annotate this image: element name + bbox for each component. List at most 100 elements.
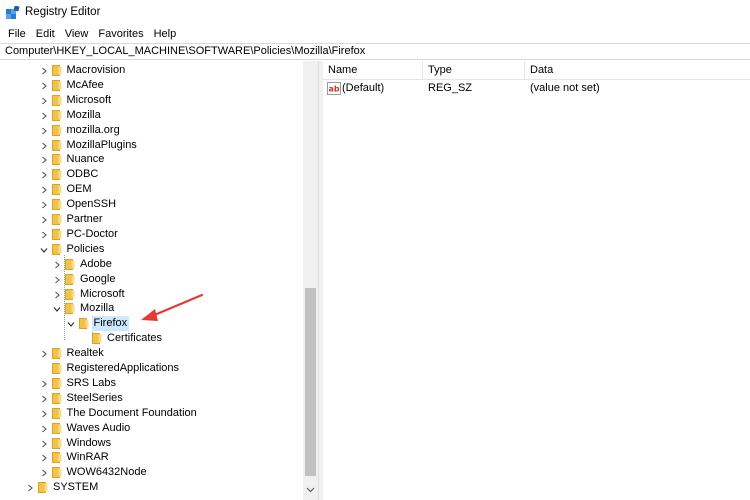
values-list[interactable]: Name Type Data ab (Default) REG_SZ (valu… [323,61,750,500]
menu-view[interactable]: View [61,26,93,43]
tree-scrollbar-thumb[interactable] [305,288,316,476]
chevron-down-icon[interactable] [67,320,75,328]
menu-edit[interactable]: Edit [32,26,59,43]
tree-item[interactable]: Policies [0,242,300,257]
chevron-right-icon[interactable] [53,261,61,269]
tree-item[interactable]: mozilla.org [0,123,300,138]
chevron-right-icon[interactable] [40,127,48,135]
chevron-right-icon[interactable] [40,67,48,75]
tree-item[interactable]: Microsoft [0,287,300,302]
tree-item-label: Microsoft [80,287,125,300]
chevron-right-icon[interactable] [40,142,48,150]
tree-item-label: Firefox [91,316,130,332]
tree-item[interactable]: Certificates [0,331,300,346]
chevron-right-icon[interactable] [40,454,48,462]
folder-icon [51,214,61,225]
folder-icon [51,422,61,434]
tree-item-label: WOW6432Node [66,466,147,479]
folder-icon [78,318,88,330]
menu-file[interactable]: File [4,26,30,43]
tree-item-label: SYSTEM [53,481,99,494]
scroll-down-arrow-icon[interactable] [306,485,315,494]
tree-item[interactable]: McAfee [0,78,300,93]
tree-item[interactable]: Waves Audio [0,421,300,436]
folder-icon [51,169,61,181]
folder-icon [51,199,61,211]
tree-item-label: Waves Audio [66,421,131,434]
chevron-right-icon[interactable] [53,276,61,284]
chevron-right-icon[interactable] [40,171,48,179]
chevron-right-icon[interactable] [40,395,48,403]
chevron-right-icon[interactable] [40,380,48,388]
tree-item[interactable]: SRS Labs [0,376,300,391]
address-bar[interactable]: Computer\HKEY_LOCAL_MACHINE\SOFTWARE\Pol… [0,43,750,60]
tree-item[interactable]: WinRAR [0,450,300,465]
tree-item[interactable]: Windows [0,436,300,451]
folder-icon [51,124,61,136]
chevron-right-icon[interactable] [40,440,48,448]
tree-item[interactable]: Firefox [0,316,300,332]
folder-icon [51,437,61,449]
tree-item[interactable]: Google [0,272,300,287]
folder-icon [65,258,75,270]
tree-item-label: Certificates [107,332,163,345]
chevron-right-icon[interactable] [53,291,61,299]
tree-item-label: Google [80,272,116,285]
chevron-right-icon[interactable] [40,231,48,239]
chevron-right-icon[interactable] [40,156,48,164]
value-row[interactable]: ab (Default) REG_SZ (value not set) [323,81,750,96]
column-header-name[interactable]: Name [323,61,423,80]
chevron-right-icon[interactable] [40,469,48,477]
tree-item[interactable]: ODBC [0,167,300,182]
chevron-right-icon[interactable] [40,186,48,194]
tree-item[interactable]: RegisteredApplications [0,361,300,376]
tree-item[interactable]: PC-Doctor [0,227,300,242]
tree-item[interactable]: OpenSSH [0,197,300,212]
chevron-right-icon[interactable] [26,484,34,492]
tree-item[interactable]: Mozilla [0,108,300,123]
tree-item-label: Policies [66,242,105,255]
tree-item[interactable]: The Document Foundation [0,406,300,421]
tree-item-label: Mozilla [66,108,101,121]
tree-item[interactable]: MozillaPlugins [0,138,300,153]
tree-scrollbar[interactable] [303,61,318,500]
chevron-right-icon[interactable] [40,201,48,209]
chevron-down-icon[interactable] [53,305,61,313]
registry-editor-icon [6,6,20,19]
tree-item-label: ODBC [66,168,99,181]
folder-icon [51,94,61,106]
tree-item[interactable]: OEM [0,182,300,197]
chevron-right-icon[interactable] [40,97,48,105]
chevron-right-icon[interactable] [40,425,48,433]
folder-icon [51,154,61,166]
column-header-type[interactable]: Type [423,61,525,80]
tree-item[interactable]: Partner [0,212,300,227]
tree-item[interactable]: SYSTEM [0,480,300,495]
chevron-right-icon[interactable] [40,112,48,120]
chevron-right-icon[interactable] [40,82,48,90]
folder-icon [38,482,48,494]
title-bar: Registry Editor [0,0,750,26]
chevron-right-icon[interactable] [40,410,48,418]
key-tree[interactable]: Macrovision McAfee Microsoft Mozilla mozilla… [0,61,318,500]
tree-item[interactable]: Nuance [0,152,300,167]
window-title: Registry Editor [25,6,101,18]
folder-icon [51,79,61,91]
tree-item[interactable]: Mozilla [0,301,300,316]
tree-item-label: MozillaPlugins [66,138,137,151]
tree-item-label: The Document Foundation [66,406,197,419]
folder-icon [51,467,61,479]
menu-favorites[interactable]: Favorites [94,26,147,43]
tree-item[interactable]: Adobe [0,257,300,272]
tree-item-label: RegisteredApplications [66,362,180,374]
tree-item[interactable]: WOW6432Node [0,465,300,480]
chevron-right-icon[interactable] [40,216,48,224]
tree-item[interactable]: Macrovision [0,63,300,78]
column-header-data[interactable]: Data [525,61,750,80]
tree-item[interactable]: SteelSeries [0,391,300,406]
menu-help[interactable]: Help [150,26,181,43]
tree-item[interactable]: Microsoft [0,93,300,108]
chevron-right-icon[interactable] [40,350,48,358]
chevron-down-icon[interactable] [40,246,48,254]
tree-item[interactable]: Realtek [0,346,300,361]
